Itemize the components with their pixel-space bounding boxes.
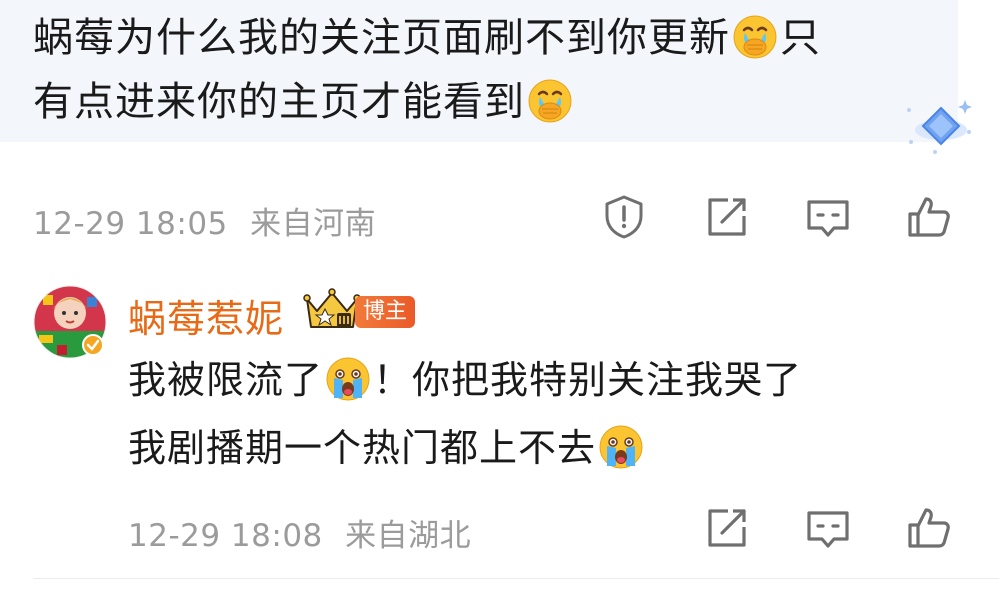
- report-button[interactable]: [599, 192, 649, 242]
- quoted-comment-location: 来自河南: [250, 206, 377, 242]
- reply-line-1: 我被限流了 ！你把我特别关注我哭了: [128, 356, 802, 404]
- comment-button[interactable]: [803, 192, 853, 242]
- edit-share-icon: [708, 509, 746, 547]
- quoted-comment-line-1: 蜗莓为什么我的关注页面刷不到你更新 只: [33, 14, 821, 62]
- covering-mouth-tears-emoji: [733, 15, 777, 59]
- reply-meta: 12-29 18:08 来自湖北: [128, 510, 483, 555]
- quoted-comment-meta: 12-29 18:05 来自河南: [33, 198, 388, 243]
- alert-shield-icon: [605, 195, 643, 239]
- host-badge: 博主: [355, 296, 416, 328]
- avatar[interactable]: [33, 285, 107, 359]
- reply-username[interactable]: 蜗莓惹妮: [128, 288, 284, 343]
- repost-button[interactable]: [702, 192, 752, 242]
- like-button[interactable]: [904, 192, 954, 242]
- edit-share-icon: [708, 198, 746, 236]
- quoted-comment-text-tail: 只: [780, 15, 821, 61]
- quoted-comment-text-1: 蜗莓为什么我的关注页面刷不到你更新: [33, 15, 730, 61]
- loudly-crying-emoji: [326, 357, 370, 401]
- quoted-comment-box: 蜗莓为什么我的关注页面刷不到你更新 只 有点进来你的主页才能看到: [0, 0, 958, 142]
- reply-text-1b: ！你把我特别关注我哭了: [373, 358, 803, 402]
- sparkle-diamond-icon: [907, 100, 972, 154]
- reply-timestamp: 12-29 18:08: [128, 518, 323, 554]
- quoted-comment-timestamp: 12-29 18:05: [33, 206, 228, 242]
- reply-text-1a: 我被限流了: [128, 358, 324, 402]
- comment-bubble-icon: [807, 200, 849, 237]
- reply-repost-button[interactable]: [702, 503, 752, 553]
- divider: [33, 578, 999, 579]
- reply-like-button[interactable]: [904, 503, 954, 553]
- reply-line-2: 我剧播期一个热门都上不去: [128, 424, 646, 472]
- thumbs-up-icon: [908, 197, 950, 237]
- reply-location: 来自湖北: [345, 518, 472, 554]
- quoted-comment-line-2: 有点进来你的主页才能看到: [33, 78, 575, 126]
- covering-mouth-tears-emoji: [528, 79, 572, 123]
- crown-rank-icon: [303, 288, 361, 328]
- comment-bubble-icon: [807, 511, 849, 548]
- quoted-comment-text-2: 有点进来你的主页才能看到: [33, 79, 525, 125]
- reply-comment-button[interactable]: [803, 503, 853, 553]
- thumbs-up-icon: [908, 508, 950, 548]
- reply-text-2a: 我剧播期一个热门都上不去: [128, 426, 597, 470]
- loudly-crying-emoji: [599, 425, 643, 469]
